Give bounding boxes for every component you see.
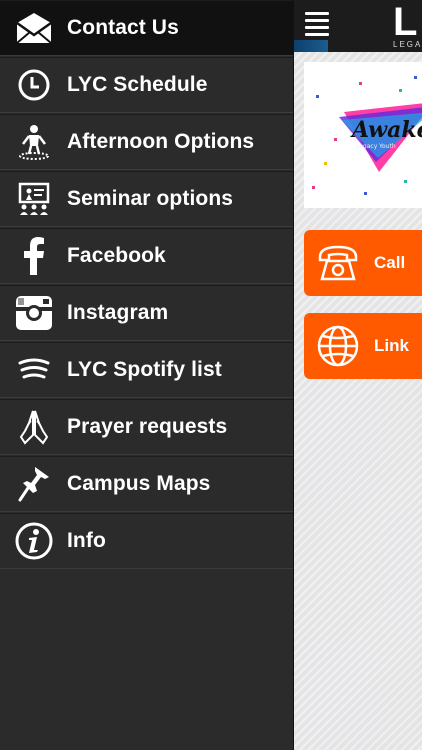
main-content: L LEGA Awake Legacy Youth Call xyxy=(293,0,422,750)
link-button[interactable]: Link xyxy=(304,313,422,379)
hamburger-line xyxy=(305,19,329,22)
banner-title: Awake xyxy=(350,117,422,143)
info-icon xyxy=(14,521,54,561)
logo-letter: L xyxy=(393,0,418,44)
telephone-icon xyxy=(318,245,358,281)
praying-hands-icon xyxy=(14,407,54,447)
banner-graphic: Awake Legacy Youth xyxy=(312,76,422,195)
call-button[interactable]: Call xyxy=(304,230,422,296)
instagram-icon xyxy=(14,293,54,333)
hamburger-line xyxy=(305,26,329,29)
globe-icon xyxy=(317,325,359,367)
menu-item-info[interactable]: Info xyxy=(0,513,293,569)
call-label: Call xyxy=(374,253,406,272)
menu-item-lyc-schedule[interactable]: LYC Schedule xyxy=(0,57,293,113)
person-podium-icon xyxy=(14,122,54,162)
link-label: Link xyxy=(374,336,409,355)
menu-item-label: Campus Maps xyxy=(67,472,211,495)
menu-item-label: LYC Schedule xyxy=(67,73,208,96)
menu-item-label: Seminar options xyxy=(67,187,234,210)
logo-subtitle: LEGA xyxy=(393,40,422,49)
menu-item-label: LYC Spotify list xyxy=(67,358,222,381)
menu-item-seminar-options[interactable]: Seminar options xyxy=(0,171,293,227)
menu-item-instagram[interactable]: Instagram xyxy=(0,285,293,341)
clock-icon xyxy=(14,65,54,105)
menu-item-label: Contact Us xyxy=(67,16,179,39)
menu-item-campus-maps[interactable]: Campus Maps xyxy=(0,456,293,512)
menu-item-prayer-requests[interactable]: Prayer requests xyxy=(0,399,293,455)
side-drawer: Contact Us LYC Schedule Afternoon Option… xyxy=(0,0,294,750)
hamburger-line xyxy=(305,12,329,15)
menu-item-afternoon-options[interactable]: Afternoon Options xyxy=(0,114,293,170)
spotify-icon xyxy=(14,350,54,390)
menu-item-label: Prayer requests xyxy=(67,415,228,438)
presentation-icon xyxy=(14,179,54,219)
topbar-accent xyxy=(293,40,328,52)
menu-item-label: Instagram xyxy=(67,301,169,324)
menu-item-label: Facebook xyxy=(67,244,166,267)
banner-subtitle: Legacy Youth xyxy=(356,143,396,150)
envelope-icon xyxy=(14,8,54,48)
menu-item-contact-us[interactable]: Contact Us xyxy=(0,0,293,56)
menu-item-label: Info xyxy=(67,529,106,552)
menu-item-facebook[interactable]: Facebook xyxy=(0,228,293,284)
hamburger-line xyxy=(305,33,329,36)
top-bar: L LEGA xyxy=(293,0,422,52)
menu-item-lyc-spotify-list[interactable]: LYC Spotify list xyxy=(0,342,293,398)
map-pin-icon xyxy=(14,464,54,504)
facebook-icon xyxy=(14,236,54,276)
event-banner[interactable]: Awake Legacy Youth xyxy=(304,62,422,208)
menu-item-label: Afternoon Options xyxy=(67,130,255,153)
hamburger-menu-button[interactable] xyxy=(305,12,329,36)
